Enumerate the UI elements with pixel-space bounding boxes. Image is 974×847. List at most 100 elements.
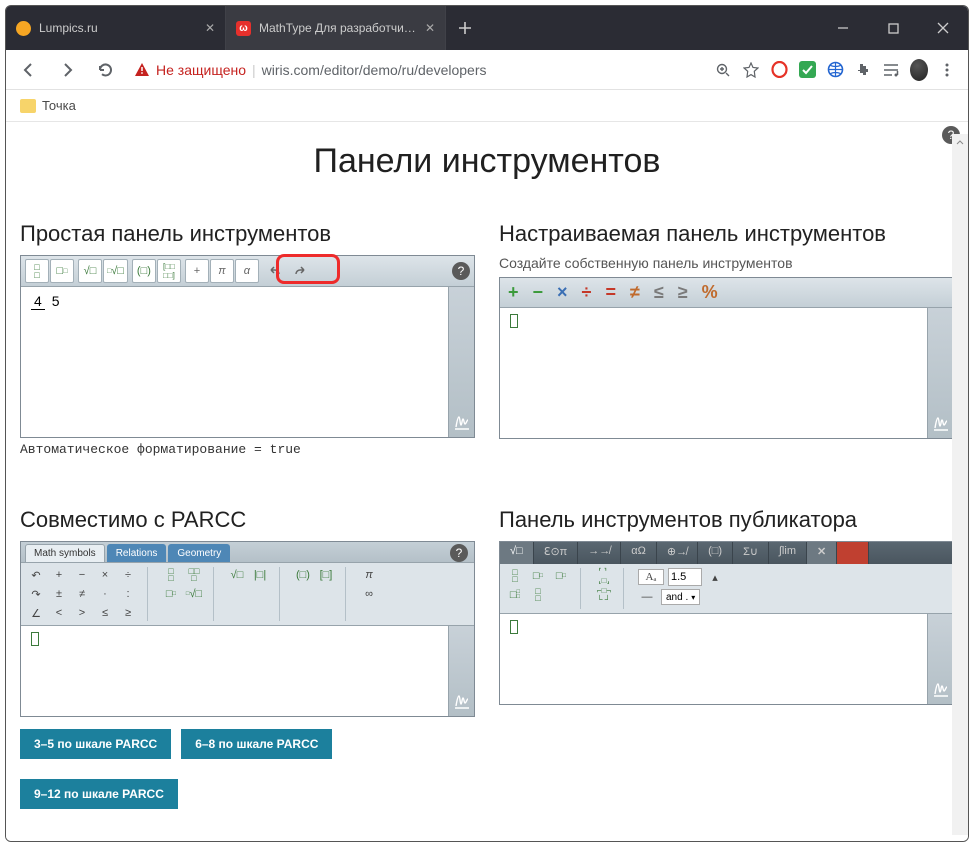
size-up-icon[interactable]: ▴: [706, 569, 724, 585]
sqrt-button[interactable]: √□: [78, 259, 102, 283]
paren-button[interactable]: (□): [132, 259, 156, 283]
handwriting-toggle[interactable]: [448, 287, 474, 437]
parcc-tab-symbols[interactable]: Math symbols: [25, 544, 105, 562]
publisher-tab-1[interactable]: ℇ⊙π: [534, 542, 579, 564]
angle-button[interactable]: ∠: [27, 605, 45, 621]
op-−[interactable]: −: [533, 282, 544, 303]
fraction-button[interactable]: □□: [25, 259, 49, 283]
paren-button[interactable]: (□): [294, 567, 312, 583]
exp-button[interactable]: □□: [529, 568, 547, 584]
sub-button[interactable]: □□: [552, 568, 570, 584]
power-button[interactable]: □□: [50, 259, 74, 283]
publisher-tab-8[interactable]: ✕: [807, 542, 837, 564]
globe-icon[interactable]: [826, 61, 844, 79]
nav-forward-button[interactable]: [50, 53, 84, 87]
fence2-button[interactable]: ⌐□¬└ ┘: [595, 587, 613, 603]
publisher-tab-3[interactable]: αΩ: [621, 542, 657, 564]
lt-button[interactable]: <: [50, 605, 68, 621]
dash-button[interactable]: ―: [638, 589, 656, 605]
publisher-tab-2[interactable]: →↛: [578, 542, 621, 564]
url-field[interactable]: Не защищено | wiris.com/editor/demo/ru/d…: [126, 62, 710, 78]
publisher-tab-9[interactable]: [837, 542, 869, 564]
mixed-frac-button[interactable]: □□ □: [185, 567, 203, 583]
scrollbar[interactable]: [952, 134, 968, 835]
publisher-tab-0[interactable]: √□: [500, 542, 534, 564]
op-≤[interactable]: ≤: [654, 282, 664, 303]
exp-button[interactable]: □□: [162, 586, 180, 602]
tab-close-icon[interactable]: ✕: [205, 21, 215, 35]
handwriting-toggle[interactable]: [927, 308, 953, 438]
publisher-tab-7[interactable]: ∫lim: [769, 542, 807, 564]
colon-button[interactable]: :: [119, 586, 137, 602]
redo-icon[interactable]: ↷: [27, 586, 45, 602]
nroot-button[interactable]: □√□: [103, 259, 128, 283]
browser-tab-2[interactable]: ω MathType Для разработчиков ( ✕: [226, 6, 446, 50]
op-%[interactable]: %: [702, 282, 718, 303]
help-icon[interactable]: ?: [450, 544, 468, 562]
extensions-icon[interactable]: [854, 61, 872, 79]
bracket-button[interactable]: [□]: [317, 567, 335, 583]
op-=[interactable]: =: [605, 282, 616, 303]
subsup-button[interactable]: □□□: [506, 587, 524, 603]
div-button[interactable]: ÷: [119, 567, 137, 583]
bookmark-star-icon[interactable]: [742, 61, 760, 79]
gt-button[interactable]: >: [73, 605, 91, 621]
window-minimize-button[interactable]: [818, 6, 868, 50]
minus-button[interactable]: −: [73, 567, 91, 583]
op-÷[interactable]: ÷: [582, 282, 592, 303]
matrix-button[interactable]: [□□□□]: [157, 259, 181, 283]
neq-button[interactable]: ≠: [73, 586, 91, 602]
handwriting-toggle[interactable]: [448, 626, 474, 716]
publisher-tab-5[interactable]: (□): [698, 542, 733, 564]
menu-icon[interactable]: [938, 61, 956, 79]
publisher-tab-6[interactable]: Σ∪: [733, 542, 769, 564]
op-+[interactable]: +: [508, 282, 519, 303]
and-dropdown[interactable]: and .▾: [661, 589, 700, 605]
geq-button[interactable]: ≥: [119, 605, 137, 621]
op-×[interactable]: ×: [557, 282, 568, 303]
tab-close-icon[interactable]: ✕: [425, 21, 435, 35]
dot-button[interactable]: ·: [96, 586, 114, 602]
fence-button[interactable]: ⸢ ⸣⸤□⸥: [595, 568, 613, 584]
zoom-icon[interactable]: [714, 61, 732, 79]
parcc-button-0[interactable]: 3–5 по шкале PARCC: [20, 729, 171, 759]
handwriting-toggle[interactable]: [927, 614, 953, 704]
editor-input[interactable]: 4 5: [21, 287, 448, 437]
nav-back-button[interactable]: [12, 53, 46, 87]
window-maximize-button[interactable]: [868, 6, 918, 50]
browser-tab-1[interactable]: Lumpics.ru ✕: [6, 6, 226, 50]
parcc-tab-relations[interactable]: Relations: [107, 544, 167, 562]
editor-input[interactable]: [500, 308, 927, 438]
pm-button[interactable]: ±: [50, 586, 68, 602]
bookmark-item[interactable]: Точка: [42, 98, 76, 113]
frac2-button[interactable]: □□: [529, 587, 547, 603]
check-icon[interactable]: [798, 61, 816, 79]
help-icon[interactable]: ?: [452, 262, 470, 280]
parcc-button-1[interactable]: 6–8 по шкале PARCC: [181, 729, 332, 759]
undo-icon[interactable]: ↶: [27, 567, 45, 583]
frac-button[interactable]: □□: [506, 568, 524, 584]
infinity-button[interactable]: ∞: [360, 586, 378, 602]
alpha-button[interactable]: α: [235, 259, 259, 283]
music-icon[interactable]: [882, 61, 900, 79]
aa-button[interactable]: Aₐ: [638, 569, 664, 585]
plus-button[interactable]: +: [50, 567, 68, 583]
nav-reload-button[interactable]: [88, 53, 122, 87]
frac-button[interactable]: □□: [162, 567, 180, 583]
op-≥[interactable]: ≥: [678, 282, 688, 303]
op-≠[interactable]: ≠: [630, 282, 640, 303]
redo-button[interactable]: [288, 259, 312, 283]
scroll-up-icon[interactable]: [955, 134, 965, 150]
editor-input[interactable]: [500, 614, 927, 704]
times-button[interactable]: ×: [96, 567, 114, 583]
plus-button[interactable]: +: [185, 259, 209, 283]
abs-button[interactable]: |□|: [251, 567, 269, 583]
opera-icon[interactable]: [770, 61, 788, 79]
leq-button[interactable]: ≤: [96, 605, 114, 621]
sqrt-button[interactable]: √□: [228, 567, 246, 583]
nroot-button[interactable]: □√□: [185, 586, 203, 602]
parcc-button-2[interactable]: 9–12 по шкале PARCC: [20, 779, 178, 809]
profile-avatar[interactable]: [910, 61, 928, 79]
publisher-tab-4[interactable]: ⊕↛: [657, 542, 698, 564]
pi-button[interactable]: π: [360, 567, 378, 583]
